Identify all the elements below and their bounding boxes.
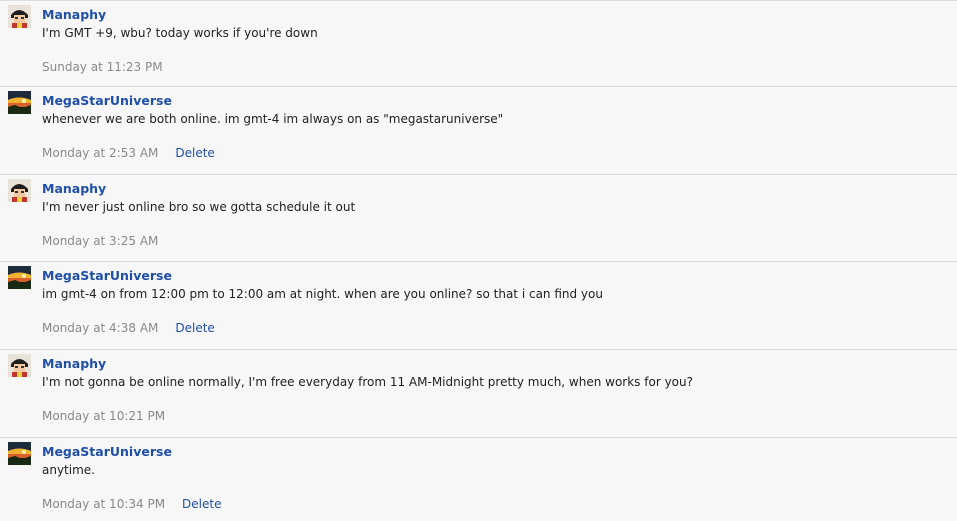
message-text: I'm GMT +9, wbu? today works if you're d… <box>42 26 318 40</box>
message-item: MegaStarUniverse whenever we are both on… <box>0 87 957 175</box>
user-avatar[interactable] <box>8 5 31 28</box>
message-timestamp: Monday at 4:38 AM <box>42 321 159 335</box>
message-author-link[interactable]: Manaphy <box>42 181 106 196</box>
user-avatar[interactable] <box>8 91 31 114</box>
message-author-link[interactable]: MegaStarUniverse <box>42 444 172 459</box>
user-avatar[interactable] <box>8 442 31 465</box>
user-avatar[interactable] <box>8 354 31 377</box>
message-meta: Monday at 10:21 PM <box>42 409 165 423</box>
message-item: Manaphy I'm not gonna be online normally… <box>0 350 957 438</box>
message-author-link[interactable]: MegaStarUniverse <box>42 268 172 283</box>
message-author-link[interactable]: MegaStarUniverse <box>42 93 172 108</box>
message-item: MegaStarUniverse im gmt-4 on from 12:00 … <box>0 262 957 350</box>
message-meta: Monday at 4:38 AM Delete <box>42 321 215 335</box>
message-timestamp: Monday at 10:34 PM <box>42 497 166 511</box>
message-item: MegaStarUniverse anytime. Monday at 10:3… <box>0 438 957 521</box>
delete-message-link[interactable]: Delete <box>175 321 214 335</box>
delete-message-link[interactable]: Delete <box>182 497 221 511</box>
message-timestamp: Monday at 3:25 AM <box>42 234 159 248</box>
message-timestamp: Sunday at 11:23 PM <box>42 60 163 74</box>
message-text: im gmt-4 on from 12:00 pm to 12:00 am at… <box>42 287 603 301</box>
message-meta: Monday at 10:34 PM Delete <box>42 497 221 511</box>
user-avatar[interactable] <box>8 266 31 289</box>
message-item: Manaphy I'm GMT +9, wbu? today works if … <box>0 1 957 87</box>
message-text: anytime. <box>42 463 95 477</box>
message-text: I'm not gonna be online normally, I'm fr… <box>42 375 693 389</box>
message-timestamp: Monday at 10:21 PM <box>42 409 166 423</box>
message-text: I'm never just online bro so we gotta sc… <box>42 200 356 214</box>
delete-message-link[interactable]: Delete <box>175 146 214 160</box>
message-meta: Monday at 3:25 AM <box>42 234 158 248</box>
message-item: Manaphy I'm never just online bro so we … <box>0 175 957 262</box>
message-meta: Monday at 2:53 AM Delete <box>42 146 215 160</box>
message-text: whenever we are both online. im gmt-4 im… <box>42 112 504 126</box>
message-timestamp: Monday at 2:53 AM <box>42 146 159 160</box>
message-meta: Sunday at 11:23 PM <box>42 60 163 74</box>
message-author-link[interactable]: Manaphy <box>42 356 106 371</box>
user-avatar[interactable] <box>8 179 31 202</box>
message-thread: Manaphy I'm GMT +9, wbu? today works if … <box>0 0 957 521</box>
message-author-link[interactable]: Manaphy <box>42 7 106 22</box>
